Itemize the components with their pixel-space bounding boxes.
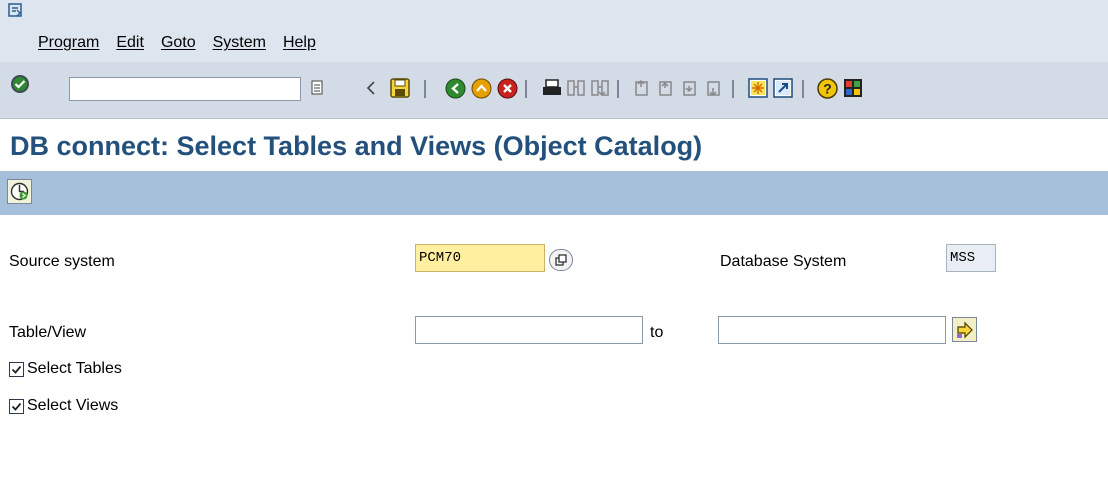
select-tables-checkbox[interactable] xyxy=(9,362,24,377)
toolbar-separator xyxy=(617,80,619,98)
check-icon xyxy=(11,402,22,411)
value-help-icon xyxy=(555,254,567,266)
multiple-selection-icon xyxy=(956,321,973,338)
menu-help[interactable]: Help xyxy=(283,34,316,56)
table-view-from-field[interactable] xyxy=(415,316,643,344)
exit-icon[interactable] xyxy=(470,77,492,99)
page-title: DB connect: Select Tables and Views (Obj… xyxy=(10,131,703,161)
menu-edit[interactable]: Edit xyxy=(116,34,144,56)
back-icon[interactable] xyxy=(444,77,466,99)
shortcut-icon[interactable] xyxy=(772,77,794,99)
print-icon[interactable] xyxy=(541,77,563,99)
database-system-label: Database System xyxy=(720,253,847,270)
value-help-button[interactable] xyxy=(549,249,573,271)
help-icon[interactable]: ? xyxy=(816,77,838,99)
source-system-field[interactable] xyxy=(415,244,545,272)
menu-bar: Program Edit Goto System Help xyxy=(38,34,316,56)
toolbar-separator xyxy=(732,80,734,98)
select-views-label: Select Views xyxy=(27,397,119,414)
first-page-icon[interactable] xyxy=(632,77,654,99)
last-page-icon[interactable] xyxy=(704,77,726,99)
select-views-checkbox[interactable] xyxy=(9,399,24,414)
system-menu-icon[interactable] xyxy=(8,3,22,17)
execute-button[interactable] xyxy=(7,179,32,204)
application-toolbar xyxy=(0,172,1108,215)
database-system-field xyxy=(946,244,996,272)
execute-icon xyxy=(10,182,29,201)
find-icon[interactable] xyxy=(565,77,587,99)
save-icon[interactable] xyxy=(389,77,411,99)
svg-text:?: ? xyxy=(823,80,832,96)
toolbar-separator xyxy=(424,80,426,98)
command-field[interactable] xyxy=(69,77,301,101)
menu-goto[interactable]: Goto xyxy=(161,34,196,56)
select-tables-label: Select Tables xyxy=(27,360,122,377)
back-triangle-icon[interactable] xyxy=(360,77,382,99)
next-page-icon[interactable] xyxy=(680,77,702,99)
table-view-to-field[interactable] xyxy=(718,316,946,344)
cancel-icon[interactable] xyxy=(496,77,518,99)
toolbar-separator xyxy=(525,80,527,98)
previous-page-icon[interactable] xyxy=(656,77,678,99)
table-view-label: Table/View xyxy=(9,324,87,341)
enter-icon[interactable] xyxy=(9,73,31,95)
history-icon[interactable] xyxy=(306,77,328,99)
toolbar-separator xyxy=(802,80,804,98)
to-label: to xyxy=(650,324,664,341)
check-icon xyxy=(11,365,22,374)
menu-program[interactable]: Program xyxy=(38,34,99,56)
create-session-icon[interactable] xyxy=(747,77,769,99)
source-system-label: Source system xyxy=(9,253,115,270)
layout-icon[interactable] xyxy=(842,77,864,99)
multiple-selection-button[interactable] xyxy=(952,317,977,342)
find-next-icon[interactable] xyxy=(589,77,611,99)
menu-system[interactable]: System xyxy=(213,34,266,56)
